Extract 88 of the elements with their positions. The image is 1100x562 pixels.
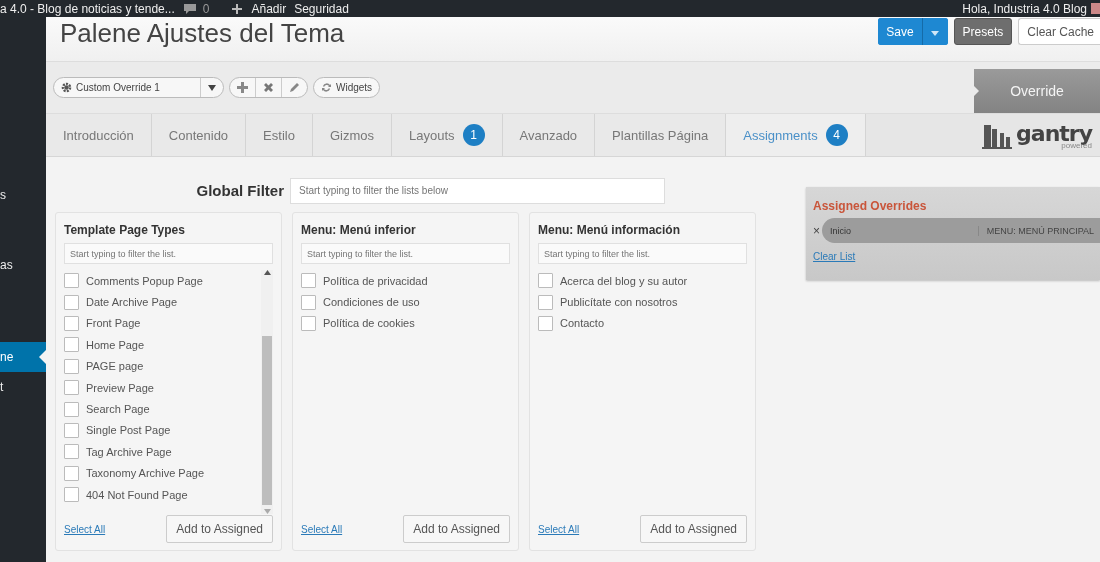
checkbox[interactable] bbox=[538, 273, 553, 289]
checkbox[interactable] bbox=[538, 315, 553, 331]
sidebar-item[interactable]: s bbox=[0, 180, 46, 210]
sync-icon bbox=[321, 82, 332, 93]
caret-icon bbox=[208, 84, 216, 91]
checkbox-label: Contacto bbox=[560, 317, 605, 330]
global-filter-field[interactable]: Start typing to filter the lists below bbox=[290, 177, 665, 204]
save-split-button[interactable]: Save bbox=[878, 18, 948, 45]
assigned-item-group: MENU: MENÚ PRINCIPAL bbox=[977, 225, 1100, 236]
account-link[interactable]: Hola, Industria 4.0 Blog bbox=[962, 1, 1087, 16]
plus-icon[interactable] bbox=[231, 2, 244, 15]
override-button[interactable]: Override bbox=[974, 69, 1100, 113]
plus-icon bbox=[237, 82, 248, 93]
list-filter-field[interactable]: Start typing to filter the list. bbox=[301, 243, 510, 264]
checkbox[interactable] bbox=[64, 444, 79, 460]
checkbox-label: Política de cookies bbox=[323, 317, 415, 330]
save-options-button[interactable] bbox=[921, 18, 948, 45]
select-all-link[interactable]: Select All bbox=[301, 523, 343, 535]
add-to-assigned-button[interactable]: Add to Assigned bbox=[640, 515, 747, 543]
checkbox[interactable] bbox=[64, 273, 79, 289]
new-link[interactable]: Añadir bbox=[251, 1, 287, 16]
checkbox-label: Front Page bbox=[86, 317, 141, 330]
checkbox-label: Date Archive Page bbox=[86, 296, 178, 309]
checkbox-label: Home Page bbox=[86, 338, 145, 351]
checkbox-label: Search Page bbox=[86, 403, 150, 416]
checkbox-label: Condiciones de uso bbox=[323, 296, 420, 309]
add-to-assigned-button[interactable]: Add to Assigned bbox=[166, 515, 273, 543]
checkbox[interactable] bbox=[64, 337, 79, 353]
select-all-link[interactable]: Select All bbox=[64, 523, 106, 535]
checkbox[interactable] bbox=[64, 422, 79, 438]
checkbox[interactable] bbox=[301, 294, 316, 310]
checkbox[interactable] bbox=[301, 273, 316, 289]
avatar-icon[interactable] bbox=[1091, 3, 1100, 14]
checkbox-label: Tag Archive Page bbox=[86, 445, 172, 458]
checkbox-label: Taxonomy Archive Page bbox=[86, 467, 204, 480]
panel-title: Template Page Types bbox=[64, 223, 186, 237]
logo-wordmark: gantry bbox=[1016, 120, 1092, 146]
scrollbar[interactable] bbox=[261, 270, 273, 514]
checkbox-label: Preview Page bbox=[86, 381, 154, 394]
checkbox[interactable] bbox=[64, 401, 79, 417]
checkbox[interactable] bbox=[64, 465, 79, 481]
assigned-item-name: Inicio bbox=[829, 225, 853, 236]
checkbox-label: Comments Popup Page bbox=[86, 274, 203, 287]
clear-cache-button[interactable]: Clear Cache bbox=[1018, 18, 1100, 45]
caret-up-icon bbox=[263, 270, 271, 275]
list-filter-field[interactable]: Start typing to filter the list. bbox=[538, 243, 747, 264]
caret-icon bbox=[931, 30, 940, 36]
checkbox-label: Política de privacidad bbox=[323, 274, 428, 287]
checkbox[interactable] bbox=[538, 294, 553, 310]
security-link[interactable]: Seguridad bbox=[294, 1, 349, 16]
checkbox[interactable] bbox=[64, 487, 79, 503]
cross-icon bbox=[263, 82, 274, 93]
comment-count: 0 bbox=[202, 1, 210, 16]
override-select[interactable]: Custom Override 1 bbox=[54, 78, 200, 97]
checkbox[interactable] bbox=[64, 315, 79, 331]
panel-title: Assigned Overrides bbox=[813, 199, 928, 213]
checkbox[interactable] bbox=[64, 380, 79, 396]
select-all-link[interactable]: Select All bbox=[538, 523, 580, 535]
checkbox-label: Publicítate con nosotros bbox=[560, 296, 678, 309]
checkbox-label: PAGE page bbox=[86, 360, 144, 373]
checkbox[interactable] bbox=[64, 294, 79, 310]
page-title: Palene Ajustes del Tema bbox=[59, 17, 345, 49]
checkbox-label: Single Post Page bbox=[86, 424, 171, 437]
panel-title: Menu: Menú información bbox=[538, 223, 681, 237]
scrollbar-thumb[interactable] bbox=[262, 335, 272, 505]
sidebar-item[interactable]: t bbox=[0, 372, 46, 402]
tab[interactable]: Assignments 4 bbox=[726, 114, 866, 156]
list-filter-field[interactable]: Start typing to filter the list. bbox=[64, 243, 273, 264]
remove-button[interactable]: × bbox=[813, 223, 820, 238]
site-title-link[interactable]: a 4.0 - Blog de noticias y tende... bbox=[0, 1, 175, 16]
widgets-button[interactable]: Widgets bbox=[313, 77, 381, 98]
global-filter-label: Global Filter bbox=[196, 182, 284, 199]
pencil-icon bbox=[289, 82, 300, 93]
checkbox[interactable] bbox=[301, 315, 316, 331]
sidebar-item[interactable]: as bbox=[0, 250, 46, 280]
comment-icon[interactable] bbox=[182, 2, 197, 15]
presets-button[interactable]: Presets bbox=[953, 18, 1013, 45]
count-badge: 4 bbox=[825, 124, 848, 146]
clear-list-link[interactable]: Clear List bbox=[813, 251, 856, 262]
count-badge: 1 bbox=[462, 124, 485, 146]
checkbox-label: Acerca del blog y su autor bbox=[560, 274, 688, 287]
checkbox-label: 404 Not Found Page bbox=[86, 488, 188, 501]
override-select-label: Custom Override 1 bbox=[76, 82, 160, 93]
gear-icon bbox=[61, 82, 72, 93]
add-to-assigned-button[interactable]: Add to Assigned bbox=[403, 515, 510, 543]
checkbox[interactable] bbox=[64, 358, 79, 374]
sidebar-item[interactable]: ne bbox=[0, 342, 46, 372]
panel-title: Menu: Menú inferior bbox=[301, 223, 417, 237]
